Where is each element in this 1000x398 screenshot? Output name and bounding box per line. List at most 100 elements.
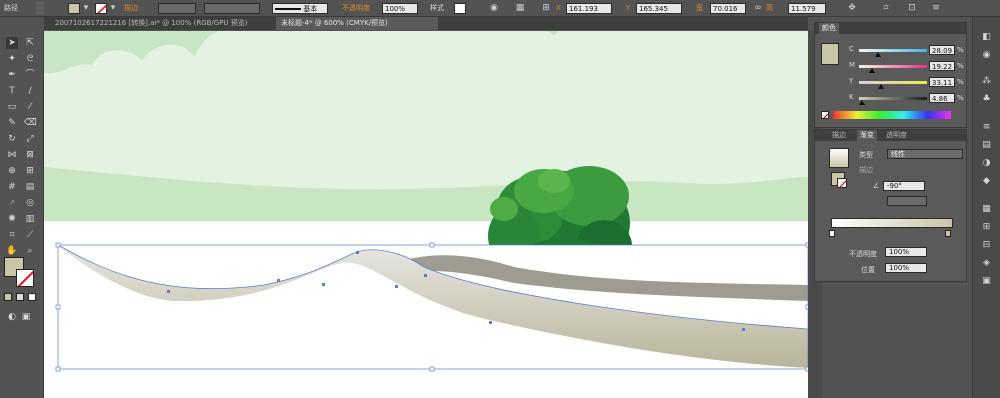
mesh-tool-icon[interactable]: # [6,181,18,193]
gradient-type-dropdown[interactable]: 线性 [887,149,963,159]
gradient-mode-button[interactable] [16,293,24,301]
layers-icon[interactable]: ◈ [980,257,993,270]
stroke-weight-field[interactable] [158,3,196,14]
stroke-color-box[interactable] [16,269,34,287]
isolate-icon[interactable]: ⌗ [880,2,892,14]
align-panel-icon[interactable]: ⊞ [980,221,993,234]
slice-tool-icon[interactable]: ⟋ [24,229,36,241]
slider-knob[interactable] [868,68,875,73]
transparency-icon[interactable]: ◑ [980,157,993,170]
paintbrush-tool-icon[interactable]: ⁄ [24,101,36,113]
brush-style-dropdown[interactable]: 基本 [272,3,328,14]
channel-slider[interactable] [859,81,927,84]
canvas[interactable] [44,31,808,398]
grid-icon[interactable]: ⊡ [906,2,918,14]
selection-tool-icon[interactable]: ➤ [6,37,18,49]
artboard-tool-icon[interactable]: ⌗ [6,229,18,241]
graphic-style-swatch[interactable] [454,3,466,14]
magic-wand-tool-icon[interactable]: ✦ [6,53,18,65]
slider-knob[interactable] [875,52,882,57]
rectangle-tool-icon[interactable]: ▭ [6,101,18,113]
zoom-tool-icon[interactable]: ⌕ [24,245,36,257]
scale-tool-icon[interactable]: ⤢ [24,133,36,145]
stop-location-field[interactable]: 100% [885,263,927,273]
recolor-icon[interactable]: ◉ [488,2,500,14]
pencil-tool-icon[interactable]: ✎ [6,117,18,129]
gradient-preview-swatch[interactable] [829,148,849,168]
chevron-down-icon[interactable]: ▾ [107,2,119,14]
screen-mode-icon[interactable]: ▣ [20,311,32,323]
channel-value-field[interactable]: 4.86 [929,93,955,103]
swatches-icon[interactable]: ◉ [980,49,993,62]
align-icon[interactable]: ▦ [514,2,526,14]
hand-tool-icon[interactable]: ✋ [6,245,18,257]
y-field[interactable]: 165.345 [636,3,682,14]
stroke-swatch[interactable] [95,3,107,14]
opacity-label[interactable]: 不透明度 [342,3,370,14]
direct-selection-tool-icon[interactable]: ⇱ [24,37,36,49]
eraser-tool-icon[interactable]: ⌫ [24,117,37,129]
fill-swatch[interactable] [68,3,80,14]
opacity-field[interactable]: 100% [382,3,418,14]
tab-color[interactable]: 颜色 [819,23,839,34]
draw-mode-icon[interactable]: ◐ [6,311,18,323]
channel-slider[interactable] [859,97,927,100]
channel-value-field[interactable]: 28.09 [929,45,955,55]
gradient-stop-start[interactable] [829,230,835,237]
tab-document-1[interactable]: 2007102617221216 [转换].ai* @ 100% (RGB/GP… [50,17,276,30]
tab-document-2[interactable]: 未标题-4* @ 600% (CMYK/预览) [276,17,438,30]
blend-tool-icon[interactable]: ◎ [24,197,36,209]
channel-value-field[interactable]: 19.22 [929,61,955,71]
color-guide-icon[interactable]: ◧ [980,31,993,44]
color-spectrum[interactable] [833,111,951,119]
shape-builder-tool-icon[interactable]: ⊕ [6,165,18,177]
none-color-button[interactable] [821,111,829,119]
height-field[interactable]: 11.579 [788,3,826,14]
angle-field[interactable]: -90° [883,181,925,191]
appearance-icon[interactable]: ◆ [980,175,993,188]
variable-width-profile[interactable] [204,3,260,14]
slider-knob[interactable] [878,84,885,89]
type-tool-icon[interactable]: T [6,85,18,97]
reference-point-icon[interactable]: ⊞ [540,2,552,14]
gradient-slider[interactable] [831,218,953,228]
stroke-label[interactable]: 描边 [124,3,138,14]
channel-value-field[interactable]: 33.11 [929,77,955,87]
link-icon[interactable]: ∞ [752,2,764,14]
graph-tool-icon[interactable]: ▥ [24,213,36,225]
channel-slider[interactable] [859,49,927,52]
pathfinder-icon[interactable]: ⊟ [980,239,993,252]
slider-knob[interactable] [859,100,866,105]
stroke-box[interactable] [837,178,847,188]
x-field[interactable]: 161.193 [566,3,612,14]
line-tool-icon[interactable]: ∕ [24,85,36,97]
transform-icon[interactable]: ✥ [846,2,858,14]
curvature-tool-icon[interactable]: ⌒ [24,69,36,81]
stop-opacity-field[interactable]: 100% [885,247,927,257]
width-tool-icon[interactable]: ⋈ [6,149,18,161]
color-mode-button[interactable] [4,293,12,301]
stroke-panel-icon[interactable]: ≡ [980,121,993,134]
brushes-icon[interactable]: ⁂ [980,75,993,88]
none-mode-button[interactable] [28,293,36,301]
tab-gradient[interactable]: 渐变 [857,130,877,141]
width-field[interactable]: 70.016 [710,3,746,14]
aspect-ratio-field[interactable] [887,196,927,206]
eyedropper-tool-icon[interactable]: ⸕ [6,197,18,209]
panel-menu-icon[interactable]: ≡ [930,2,942,14]
tab-stroke[interactable]: 描边 [829,130,849,141]
lasso-tool-icon[interactable]: ᘓ [24,53,36,65]
perspective-grid-tool-icon[interactable]: ⊞ [24,165,36,177]
symbol-sprayer-tool-icon[interactable]: ✺ [6,213,18,225]
graphic-styles-icon[interactable]: ▦ [980,203,993,216]
rotate-tool-icon[interactable]: ↻ [6,133,18,145]
free-transform-tool-icon[interactable]: ⊠ [24,149,36,161]
chevron-down-icon[interactable]: ▾ [80,2,92,14]
gradient-stop-end[interactable] [945,230,951,237]
artboards-icon[interactable]: ▣ [980,275,993,288]
gradient-tool-icon[interactable]: ▤ [24,181,36,193]
symbols-icon[interactable]: ♣ [980,93,993,106]
pen-tool-icon[interactable]: ✒ [6,69,18,81]
tab-transparency[interactable]: 透明度 [883,130,910,141]
gradient-panel-icon[interactable]: ▤ [980,139,993,152]
